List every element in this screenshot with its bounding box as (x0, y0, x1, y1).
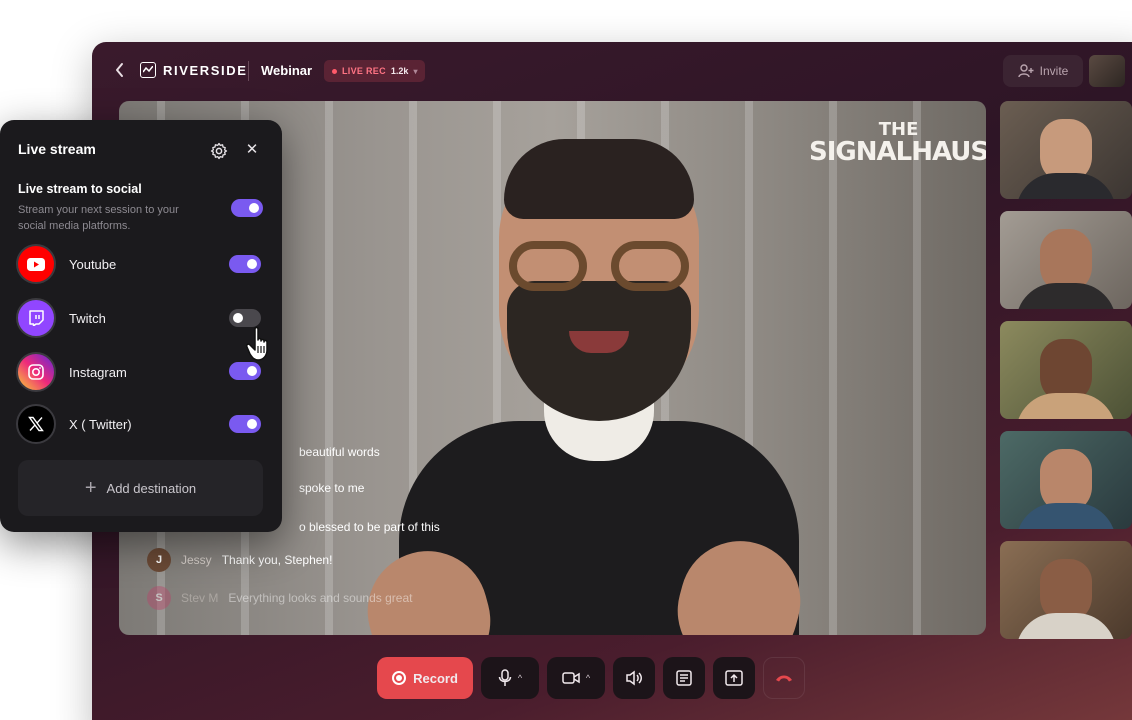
invite-label: Invite (1039, 64, 1069, 78)
participant-video[interactable] (1000, 211, 1132, 309)
camera-button[interactable]: ^ (547, 657, 605, 699)
chat-avatar: S (147, 586, 171, 610)
gear-icon[interactable] (210, 142, 228, 160)
record-icon (392, 671, 407, 685)
divider (248, 61, 249, 81)
x-icon (16, 404, 56, 444)
section-description: Stream your next session to your social … (18, 204, 179, 232)
participant-thumbnails (1000, 101, 1132, 651)
add-destination-label: Add destination (106, 480, 197, 496)
live-stream-panel: Live stream ✕ Live stream to social Stre… (0, 120, 282, 532)
chat-author: Stev M (181, 591, 219, 605)
add-user-icon (1017, 64, 1034, 78)
add-destination-button[interactable]: + Add destination (18, 460, 263, 516)
chat-text: Thank you, Stephen! (221, 553, 333, 567)
twitch-icon (16, 298, 56, 338)
back-icon[interactable] (114, 62, 130, 80)
chat-message: S Stev M Everything looks and sounds gre… (147, 586, 412, 610)
leave-call-button[interactable] (763, 657, 805, 699)
microphone-button[interactable]: ^ (481, 657, 539, 699)
twitch-toggle[interactable] (229, 309, 261, 327)
youtube-toggle[interactable] (229, 255, 261, 273)
chat-avatar: J (147, 548, 171, 572)
panel-title: Live stream (18, 141, 96, 157)
instagram-toggle[interactable] (229, 362, 261, 380)
captions-icon (676, 670, 692, 686)
participant-video[interactable] (1000, 541, 1132, 639)
live-badge-label: LIVE REC (342, 66, 386, 76)
chat-message: J Jessy Thank you, Stephen! (147, 548, 332, 572)
captions-button[interactable] (663, 657, 705, 699)
speaker-icon (626, 670, 642, 686)
invite-button[interactable]: Invite (1003, 55, 1083, 87)
x-twitter-toggle[interactable] (229, 415, 261, 433)
speaker-button[interactable] (613, 657, 655, 699)
share-screen-icon (725, 670, 743, 686)
speaker-figure (354, 131, 814, 635)
live-recording-badge[interactable]: LIVE REC 1.2k ▾ (324, 60, 426, 82)
hang-up-icon (776, 675, 792, 682)
plus-icon: + (84, 477, 97, 499)
participant-video[interactable] (1000, 321, 1132, 419)
session-type: Webinar (261, 63, 313, 78)
record-button[interactable]: Record (377, 657, 473, 699)
signalhaus-logo: THE SIGNALHAUS (809, 119, 986, 167)
brand-name: RIVERSIDE (163, 62, 248, 78)
destination-label: Youtube (69, 256, 117, 272)
chat-text: Everything looks and sounds great (228, 591, 413, 605)
destination-label: X ( Twitter) (69, 416, 132, 432)
riverside-logo[interactable]: RIVERSIDE (140, 62, 247, 78)
stage: RIVERSIDE Webinar LIVE REC 1.2k ▾ Invite (0, 0, 1132, 720)
chat-author: Jessy (181, 553, 212, 567)
record-label: Record (413, 670, 458, 686)
destination-label: Instagram (69, 364, 127, 380)
chevron-up-icon[interactable]: ^ (586, 673, 590, 683)
live-dot-icon (332, 68, 337, 74)
call-controls: Record ^ ^ (377, 657, 805, 699)
youtube-icon (16, 244, 56, 284)
section-title: Live stream to social (18, 182, 142, 196)
top-bar: RIVERSIDE Webinar LIVE REC 1.2k ▾ Invite (92, 42, 1132, 100)
microphone-icon (498, 669, 512, 686)
chevron-down-icon: ▾ (413, 66, 418, 76)
avatar[interactable] (1089, 55, 1125, 87)
camera-icon (562, 672, 580, 684)
instagram-icon (16, 352, 56, 392)
riverside-logo-icon (140, 62, 156, 78)
live-stream-master-toggle[interactable] (231, 199, 263, 217)
viewer-count: 1.2k (390, 66, 409, 76)
close-icon[interactable]: ✕ (244, 142, 260, 158)
participant-video[interactable] (1000, 431, 1132, 529)
destination-label: Twitch (69, 310, 106, 326)
chevron-up-icon[interactable]: ^ (518, 673, 522, 683)
share-screen-button[interactable] (713, 657, 755, 699)
participant-video[interactable] (1000, 101, 1132, 199)
